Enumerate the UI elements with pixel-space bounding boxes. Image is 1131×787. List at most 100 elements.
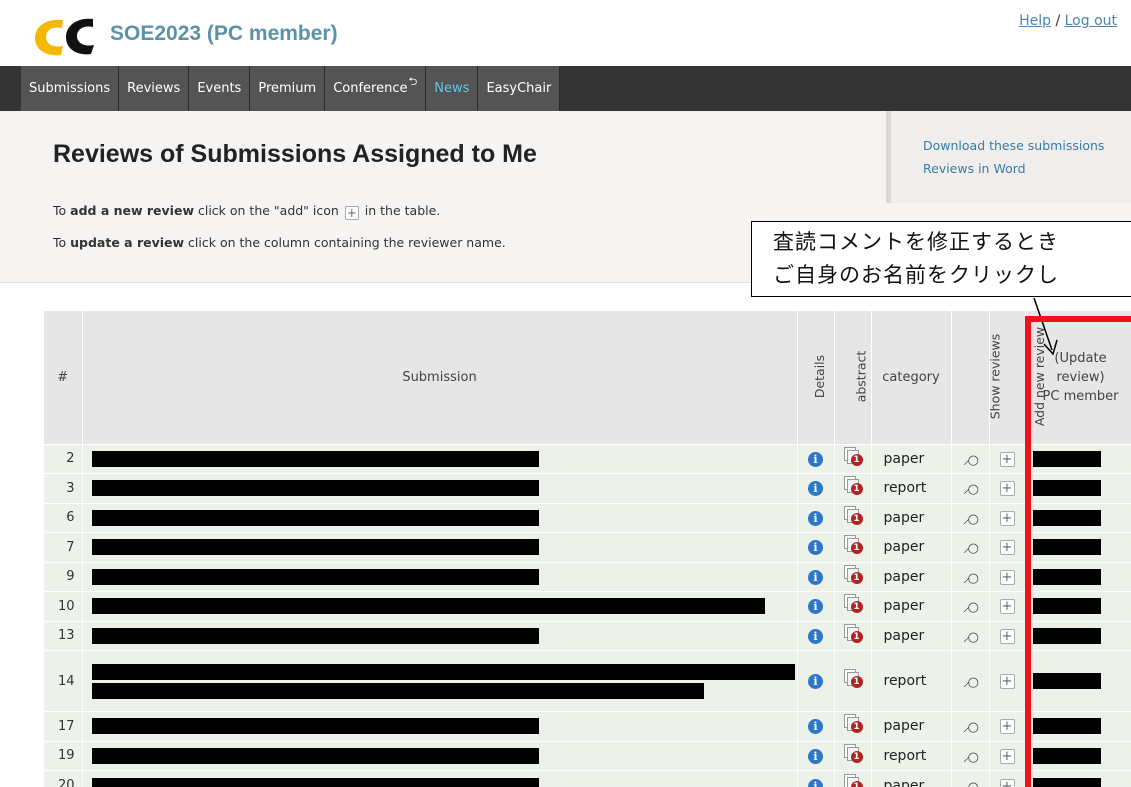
submission-title-redacted[interactable] (82, 770, 798, 787)
abstract-icon[interactable]: 1 (843, 714, 863, 734)
show-reviews-icon[interactable]: ⸝○ (963, 600, 979, 615)
pc-member-cell[interactable] (1025, 502, 1131, 533)
show-reviews-icon[interactable]: ⸝○ (963, 720, 979, 735)
category-cell: report (871, 740, 952, 771)
show-reviews-icon[interactable]: ⸝○ (963, 675, 979, 690)
pc-member-cell[interactable] (1025, 532, 1131, 562)
abstract-icon[interactable]: 1 (843, 564, 863, 585)
pc-member-cell[interactable] (1025, 473, 1131, 503)
reviews-in-word-link[interactable]: Reviews in Word (923, 161, 1026, 176)
abstract-icon[interactable]: 1 (843, 446, 863, 467)
abstract-cell: 1 (834, 443, 872, 474)
add-review-icon[interactable]: + (999, 510, 1015, 526)
info-icon[interactable]: i (808, 481, 823, 497)
abstract-icon[interactable]: 1 (843, 594, 863, 614)
submission-number: 20 (44, 770, 83, 787)
show-reviews-icon[interactable]: ⸝○ (963, 482, 979, 497)
info-icon[interactable]: i (808, 510, 823, 526)
submission-title-redacted[interactable] (82, 561, 798, 592)
info-icon[interactable]: i (808, 674, 823, 689)
category-cell: report (871, 650, 952, 712)
submission-title-redacted[interactable] (82, 502, 798, 533)
pc-member-cell[interactable] (1025, 650, 1131, 712)
add-review-cell: + (989, 532, 1026, 562)
add-review-icon[interactable]: + (999, 748, 1015, 764)
add-review-icon[interactable]: + (999, 481, 1015, 497)
menu-item-conference[interactable]: Conference⮌ (325, 66, 427, 111)
add-review-icon[interactable]: + (999, 540, 1015, 556)
pc-member-cell[interactable] (1025, 443, 1131, 474)
add-review-cell: + (989, 473, 1026, 503)
pc-member-cell[interactable] (1025, 770, 1131, 787)
redaction-bar (1032, 480, 1101, 497)
submission-title-redacted[interactable] (82, 650, 798, 712)
submission-title-redacted[interactable] (82, 740, 798, 771)
menu-item-submissions[interactable]: Submissions (21, 66, 120, 111)
col-header-category[interactable]: category (871, 311, 952, 444)
header: SOE2023 (PC member) Help / Log out (0, 0, 1131, 66)
abstract-icon[interactable]: 1 (843, 773, 863, 787)
download-submissions-link[interactable]: Download these submissions (923, 138, 1104, 153)
table-header-row: # Submission Details abstract category S… (44, 311, 1131, 444)
show-reviews-icon[interactable]: ⸝○ (963, 630, 979, 645)
pc-member-cell[interactable] (1025, 561, 1131, 592)
col-header-submission[interactable]: Submission (82, 311, 798, 444)
info-icon[interactable]: i (808, 599, 823, 615)
menu-item-easychair[interactable]: EasyChair (478, 66, 561, 111)
menu-item-reviews[interactable]: Reviews (119, 66, 190, 111)
info-icon[interactable]: i (808, 628, 823, 644)
logout-link[interactable]: Log out (1065, 13, 1117, 29)
abstract-icon[interactable]: 1 (843, 505, 863, 526)
show-reviews-icon[interactable]: ⸝○ (963, 780, 979, 787)
add-review-icon[interactable]: + (999, 778, 1015, 787)
info-icon[interactable]: i (808, 719, 823, 735)
info-icon[interactable]: i (808, 748, 823, 764)
submission-title-redacted[interactable] (82, 532, 798, 562)
menu-item-events[interactable]: Events (189, 66, 251, 111)
annotation-arrow-icon (1033, 297, 1058, 356)
details-cell: i (797, 711, 835, 741)
abstract-icon[interactable]: 1 (843, 535, 863, 555)
abstract-icon[interactable]: 1 (843, 669, 863, 689)
add-review-icon[interactable]: + (999, 719, 1015, 735)
info-icon[interactable]: i (808, 569, 823, 585)
submission-title-redacted[interactable] (82, 620, 798, 651)
show-reviews-icon[interactable]: ⸝○ (963, 453, 979, 468)
redaction-bar (91, 777, 539, 787)
submission-title-redacted[interactable] (82, 473, 798, 503)
add-review-icon[interactable]: + (999, 628, 1015, 644)
submission-title-redacted[interactable] (82, 711, 798, 741)
add-review-icon[interactable]: + (999, 674, 1015, 689)
show-reviews-icon[interactable]: ⸝○ (963, 541, 979, 556)
menu-item-premium[interactable]: Premium (250, 66, 326, 111)
abstract-icon[interactable]: 1 (843, 743, 863, 764)
add-review-icon[interactable]: + (999, 599, 1015, 615)
add-review-icon[interactable]: + (999, 569, 1015, 585)
add-review-cell: + (989, 711, 1026, 741)
show-reviews-icon[interactable]: ⸝○ (963, 512, 979, 527)
pc-member-cell[interactable] (1025, 740, 1131, 771)
pc-member-cell[interactable] (1025, 620, 1131, 651)
pc-member-cell[interactable] (1025, 711, 1131, 741)
add-review-cell: + (989, 620, 1026, 651)
menu-item-label: Events (197, 81, 242, 96)
help-link[interactable]: Help (1019, 13, 1051, 29)
abstract-icon[interactable]: 1 (843, 623, 863, 644)
category-cell: paper (871, 561, 952, 592)
details-cell: i (797, 473, 835, 503)
category-cell: paper (871, 532, 952, 562)
show-reviews-icon[interactable]: ⸝○ (963, 571, 979, 586)
show-reviews-icon[interactable]: ⸝○ (963, 750, 979, 765)
info-icon[interactable]: i (808, 540, 823, 556)
submission-title-redacted[interactable] (82, 443, 798, 474)
add-review-icon[interactable]: + (999, 451, 1015, 467)
abstract-cell: 1 (834, 502, 872, 533)
pc-member-cell[interactable] (1025, 591, 1131, 621)
info-icon[interactable]: i (808, 778, 823, 787)
menu-item-news[interactable]: News (426, 66, 479, 111)
submission-title-redacted[interactable] (82, 591, 798, 621)
abstract-icon[interactable]: 1 (843, 476, 863, 496)
details-cell: i (797, 620, 835, 651)
submission-number: 9 (44, 561, 83, 592)
info-icon[interactable]: i (808, 451, 823, 467)
